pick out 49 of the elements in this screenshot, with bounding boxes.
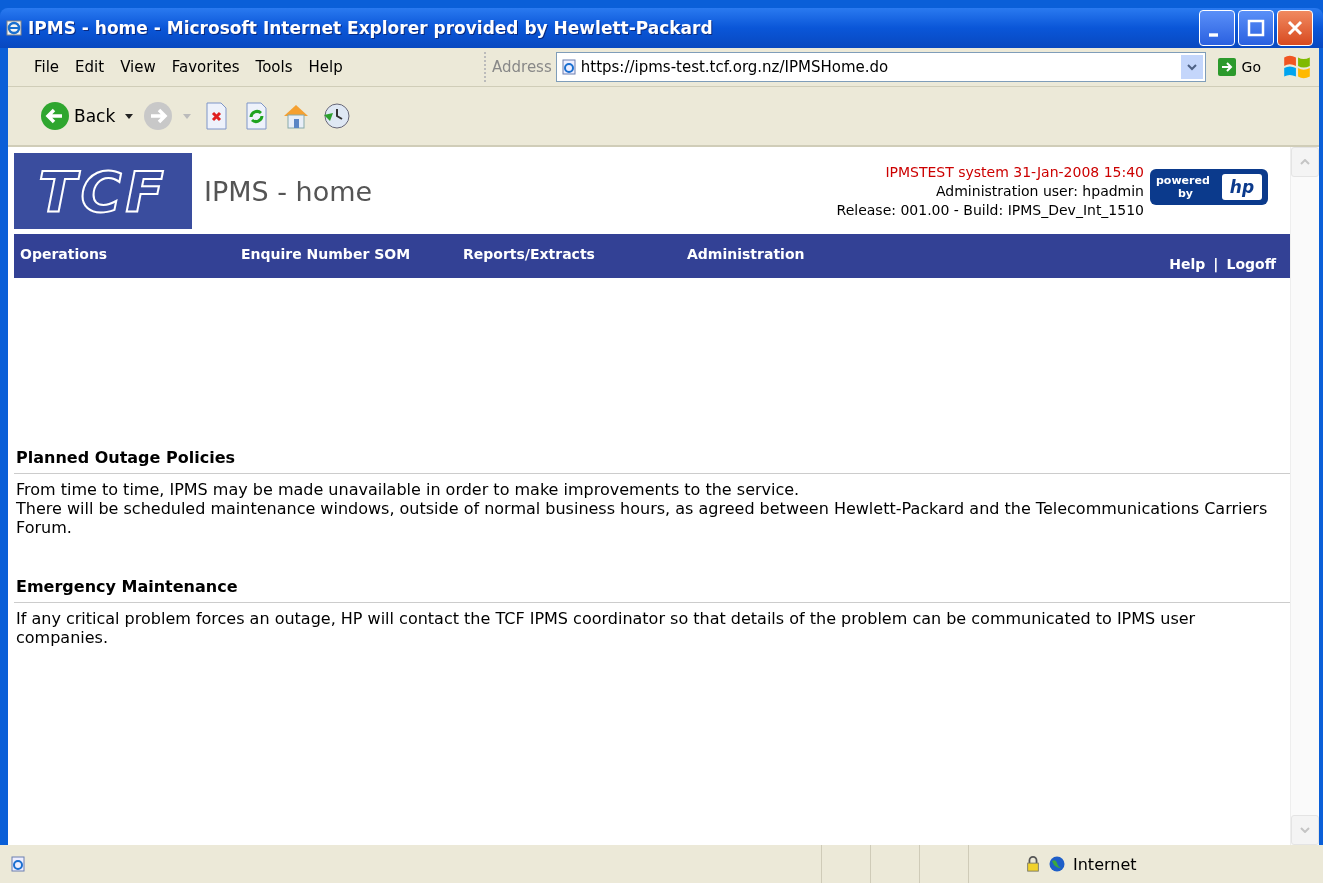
browser-icon — [6, 20, 22, 36]
maximize-button[interactable] — [1238, 10, 1274, 46]
caret-icon[interactable] — [125, 113, 134, 119]
menu-item[interactable]: File — [26, 58, 68, 76]
nav-link[interactable]: Enquire Number SOM — [241, 246, 463, 262]
menu-item[interactable]: Favorites — [163, 58, 248, 76]
minimize-icon — [1208, 33, 1218, 37]
maximize-icon — [1246, 18, 1266, 38]
minimize-button[interactable] — [1199, 10, 1235, 46]
page-title: IPMS - home — [204, 175, 373, 207]
menu-item[interactable]: Help — [300, 58, 351, 76]
help-link[interactable]: Help — [1169, 256, 1206, 272]
paragraph: From time to time, IPMS may be made unavailable in order to make improvements to the service. — [16, 480, 801, 499]
go-button[interactable]: Go — [1209, 58, 1281, 76]
chevron-up-icon — [1300, 159, 1310, 165]
section-heading: Emergency Maintenance — [14, 577, 1290, 603]
dropdown-button[interactable] — [1180, 55, 1203, 79]
window-title: IPMS - home - Microsoft Internet Explorer provided by Hewlett-Packard — [28, 18, 713, 38]
arrow-left-icon — [40, 101, 70, 131]
menu-item[interactable]: View — [112, 58, 164, 76]
powered-by-badge: powered by hp — [1150, 169, 1268, 205]
logo: TCF — [14, 153, 192, 229]
arrow-right-icon — [1217, 58, 1236, 76]
globe-icon — [1049, 856, 1065, 872]
system-info: IPMSTEST system 31-Jan-2008 15:40 — [885, 162, 1144, 182]
release-info: Release: 001.00 - Build: IPMS_Dev_Int_1510 — [836, 200, 1144, 220]
history-button[interactable] — [321, 101, 352, 131]
chevron-down-icon — [1300, 827, 1310, 833]
separator: | — [1213, 256, 1219, 272]
nav-link[interactable]: Operations — [20, 246, 241, 262]
address-label: Address — [492, 58, 552, 76]
lock-icon — [1025, 856, 1041, 872]
paragraph: There will be scheduled maintenance windows, outside of normal business hours, as agreed between Hewlett-Packard and the Telecommunications Carriers Forum. — [16, 499, 1269, 537]
user-info: Administration user: hpadmin — [936, 181, 1144, 201]
page-icon — [10, 856, 26, 872]
close-button[interactable] — [1277, 10, 1313, 46]
address-field[interactable]: https://ipms-test.tcf.org.nz/IPMSHome.do — [555, 52, 1206, 82]
back-button[interactable]: Back — [40, 101, 116, 131]
page-icon — [560, 59, 577, 75]
close-icon — [1285, 18, 1305, 38]
paragraph: If any critical problem forces an outage, HP will contact the TCF IPMS coordinator so that details of the problem can be communicated to IPMS user companies. — [16, 609, 1197, 647]
zone-label: Internet — [1073, 854, 1138, 874]
menu-item[interactable]: Tools — [247, 58, 301, 76]
nav-link[interactable]: Administration — [687, 246, 805, 262]
logoff-link[interactable]: Logoff — [1226, 256, 1276, 272]
chevron-down-icon — [1186, 63, 1197, 71]
nav-link[interactable]: Reports/Extracts — [463, 246, 687, 262]
menu-item[interactable]: Edit — [67, 58, 113, 76]
section-heading: Planned Outage Policies — [14, 448, 1290, 474]
